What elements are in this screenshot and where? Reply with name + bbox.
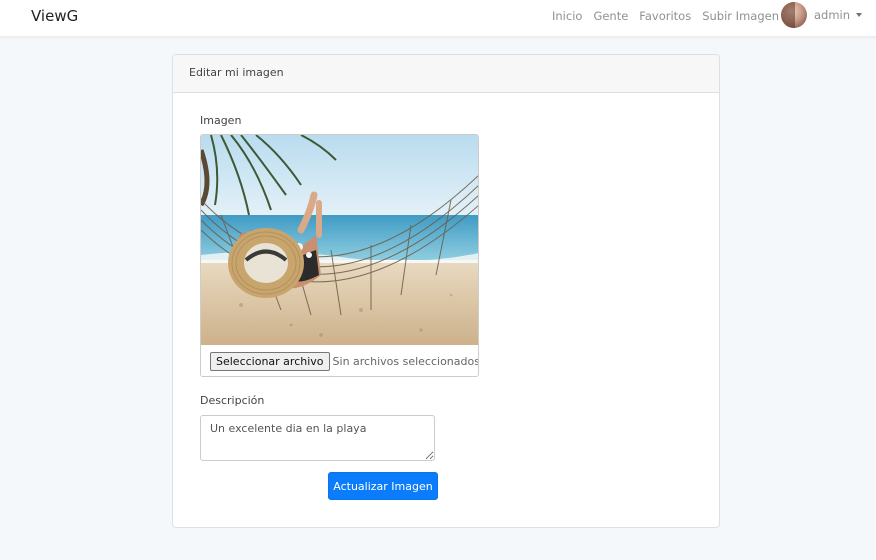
image-preview (201, 135, 478, 345)
image-label: Imagen (200, 114, 242, 127)
user-name: admin (814, 8, 851, 22)
user-menu[interactable]: admin (781, 2, 863, 28)
description-label: Descripción (200, 394, 265, 407)
choose-file-button[interactable]: Seleccionar archivo (210, 351, 330, 371)
avatar (781, 2, 807, 28)
description-textarea[interactable]: Un excelente dia en la playa (200, 415, 435, 461)
edit-image-card: Editar mi imagen Imagen Seleccionar arch… (172, 54, 720, 528)
image-upload-box: Seleccionar archivo Sin archivos selecci… (200, 134, 479, 377)
nav-link-subir-imagen[interactable]: Subir Imagen (702, 9, 779, 23)
nav-link-favoritos[interactable]: Favoritos (639, 9, 691, 23)
card-header: Editar mi imagen (173, 55, 719, 93)
brand-logo[interactable]: ViewG (31, 7, 78, 25)
nav-link-gente[interactable]: Gente (593, 9, 628, 23)
file-status-text: Sin archivos seleccionados (332, 354, 479, 368)
top-navbar: ViewG Inicio Gente Favoritos Subir Image… (0, 0, 876, 37)
nav-link-inicio[interactable]: Inicio (552, 9, 582, 23)
file-input-row: Seleccionar archivo Sin archivos selecci… (201, 345, 479, 376)
caret-down-icon (856, 13, 863, 17)
nav-links: Inicio Gente Favoritos Subir Imagen (552, 9, 779, 23)
update-image-button[interactable]: Actualizar Imagen (328, 472, 438, 500)
